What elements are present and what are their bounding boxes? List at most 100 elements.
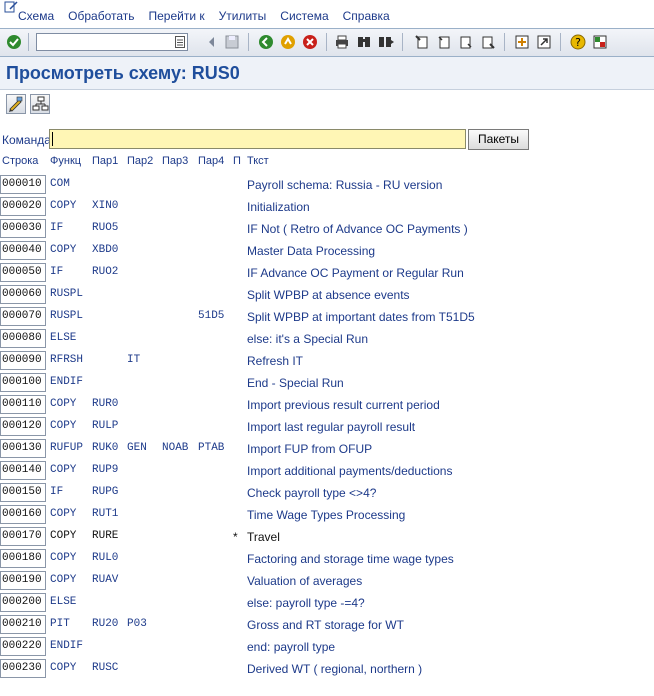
table-row[interactable]: 000170 COPY RURE * Travel — [0, 526, 654, 548]
cell-p3: NOAB — [162, 442, 189, 454]
table-row[interactable]: 000030 IF RUO5 IF Not ( Retro of Advance OC… — [0, 218, 654, 240]
cell-text: Split WPBP at important dates from T51D5 — [247, 310, 475, 324]
menu-item-0[interactable]: Схема — [18, 9, 54, 23]
layout-icon[interactable] — [592, 34, 608, 50]
edit-button[interactable] — [6, 94, 26, 114]
line-number-field[interactable]: 000230 — [0, 659, 46, 678]
cancel-icon[interactable] — [302, 34, 318, 50]
history-dropdown-icon[interactable] — [175, 36, 185, 48]
cell-func: ELSE — [50, 332, 77, 344]
table-row[interactable]: 000220 ENDIF end: payroll type — [0, 636, 654, 658]
cell-func: COPY — [50, 420, 77, 432]
table-row[interactable]: 000180 COPY RUL0 Factoring and storage time… — [0, 548, 654, 570]
table-row[interactable]: 000120 COPY RULP Import last regular payrol… — [0, 416, 654, 438]
find-next-icon[interactable] — [378, 34, 394, 50]
menu-item-5[interactable]: Справка — [343, 9, 390, 23]
exit-icon[interactable] — [280, 34, 296, 50]
table-row[interactable]: 000200 ELSE else: payroll type -=4? — [0, 592, 654, 614]
line-number-field[interactable]: 000120 — [0, 417, 46, 436]
cell-p2: GEN — [127, 442, 147, 454]
cell-text: Split WPBP at absence events — [247, 288, 410, 302]
menu-item-4[interactable]: Система — [280, 9, 328, 23]
line-number-field[interactable]: 000210 — [0, 615, 46, 634]
cell-func: IF — [50, 486, 64, 498]
line-number-field[interactable]: 000060 — [0, 285, 46, 304]
table-row[interactable]: 000060 RUSPL Split WPBP at absence events — [0, 284, 654, 306]
line-number-field[interactable]: 000150 — [0, 483, 46, 502]
line-number-field[interactable]: 000200 — [0, 593, 46, 612]
find-icon[interactable] — [356, 34, 372, 50]
line-number-field[interactable]: 000100 — [0, 373, 46, 392]
line-number-field[interactable]: 000220 — [0, 637, 46, 656]
next-page-icon[interactable] — [458, 34, 474, 50]
new-session-icon[interactable] — [514, 34, 530, 50]
table-row[interactable]: 000190 COPY RUAV Valuation of averages — [0, 570, 654, 592]
cell-text: end: payroll type — [247, 640, 336, 654]
line-number-field[interactable]: 000080 — [0, 329, 46, 348]
toolbar-separator — [504, 33, 505, 51]
cell-func: IF — [50, 222, 64, 234]
table-row[interactable]: 000110 COPY RUR0 Import previous result cur… — [0, 394, 654, 416]
first-page-icon[interactable] — [414, 34, 430, 50]
cell-text: IF Advance OC Payment or Regular Run — [247, 266, 464, 280]
menu-item-1[interactable]: Обработать — [68, 9, 134, 23]
line-number-field[interactable]: 000130 — [0, 439, 46, 458]
table-row[interactable]: 000230 COPY RUSC Derived WT ( regional, nor… — [0, 658, 654, 680]
table-row[interactable]: 000040 COPY XBD0 Master Data Processing — [0, 240, 654, 262]
cell-text: Valuation of averages — [247, 574, 363, 588]
line-number-field[interactable]: 000160 — [0, 505, 46, 524]
line-number-field[interactable]: 000010 — [0, 175, 46, 194]
line-number-field[interactable]: 000050 — [0, 263, 46, 282]
cell-text: Factoring and storage time wage types — [247, 552, 454, 566]
table-row[interactable]: 000140 COPY RUP9 Import additional payments… — [0, 460, 654, 482]
deactivated-marker: * — [233, 530, 238, 544]
line-number-field[interactable]: 000170 — [0, 527, 46, 546]
back-icon[interactable] — [204, 34, 220, 50]
check-icon[interactable] — [6, 34, 22, 50]
line-number-field[interactable]: 000070 — [0, 307, 46, 326]
table-row[interactable]: 000210 PIT RU20 P03 Gross and RT storage for… — [0, 614, 654, 636]
cell-func: COPY — [50, 508, 77, 520]
table-row[interactable]: 000070 RUSPL 51D5 Split WPBP at important d… — [0, 306, 654, 328]
print-icon[interactable] — [334, 34, 350, 50]
help-icon[interactable]: ? — [570, 34, 586, 50]
cell-func: RUSPL — [50, 288, 84, 300]
line-number-field[interactable]: 000090 — [0, 351, 46, 370]
command-input[interactable] — [49, 129, 466, 149]
menu-item-2[interactable]: Перейти к — [149, 9, 205, 23]
line-number-field[interactable]: 000110 — [0, 395, 46, 414]
command-field[interactable] — [36, 33, 188, 51]
cell-func: COPY — [50, 530, 77, 542]
table-row[interactable]: 000050 IF RUO2 IF Advance OC Payment or Reg… — [0, 262, 654, 284]
table-row[interactable]: 000160 COPY RUT1 Time Wage Types Processing — [0, 504, 654, 526]
line-number-field[interactable]: 000020 — [0, 197, 46, 216]
table-row[interactable]: 000100 ENDIF End - Special Run — [0, 372, 654, 394]
header-line: Строка — [2, 155, 39, 167]
cell-func: PIT — [50, 618, 70, 630]
save-icon[interactable] — [224, 34, 240, 50]
table-row[interactable]: 000010 COM Payroll schema: Russia - RU ver… — [0, 174, 654, 196]
menu-item-3[interactable]: Утилиты — [219, 9, 267, 23]
hierarchy-icon — [32, 96, 49, 111]
line-number-field[interactable]: 000190 — [0, 571, 46, 590]
line-number-field[interactable]: 000180 — [0, 549, 46, 568]
title-bar: Просмотреть схему: RUS0 — [0, 57, 654, 90]
prev-page-icon[interactable] — [436, 34, 452, 50]
hierarchy-button[interactable] — [30, 94, 50, 114]
header-param3: Пар3 — [162, 155, 189, 167]
cell-p1: RUL0 — [92, 552, 119, 564]
last-page-icon[interactable] — [480, 34, 496, 50]
table-row[interactable]: 000090 RFRSH IT Refresh IT — [0, 350, 654, 372]
table-row[interactable]: 000130 RUFUP RUK0 GEN NOAB PTAB Import FUP fro… — [0, 438, 654, 460]
line-number-field[interactable]: 000030 — [0, 219, 46, 238]
table-row[interactable]: 000020 COPY XIN0 Initialization — [0, 196, 654, 218]
svg-text:?: ? — [575, 36, 581, 49]
shortcut-icon[interactable] — [536, 34, 552, 50]
table-row[interactable]: 000150 IF RUPG Check payroll type <>4? — [0, 482, 654, 504]
nav-back-icon[interactable] — [258, 34, 274, 50]
packages-button[interactable]: Пакеты — [468, 129, 529, 150]
table-row[interactable]: 000080 ELSE else: it's a Special Run — [0, 328, 654, 350]
cell-p1: RUPG — [92, 486, 119, 498]
line-number-field[interactable]: 000040 — [0, 241, 46, 260]
line-number-field[interactable]: 000140 — [0, 461, 46, 480]
